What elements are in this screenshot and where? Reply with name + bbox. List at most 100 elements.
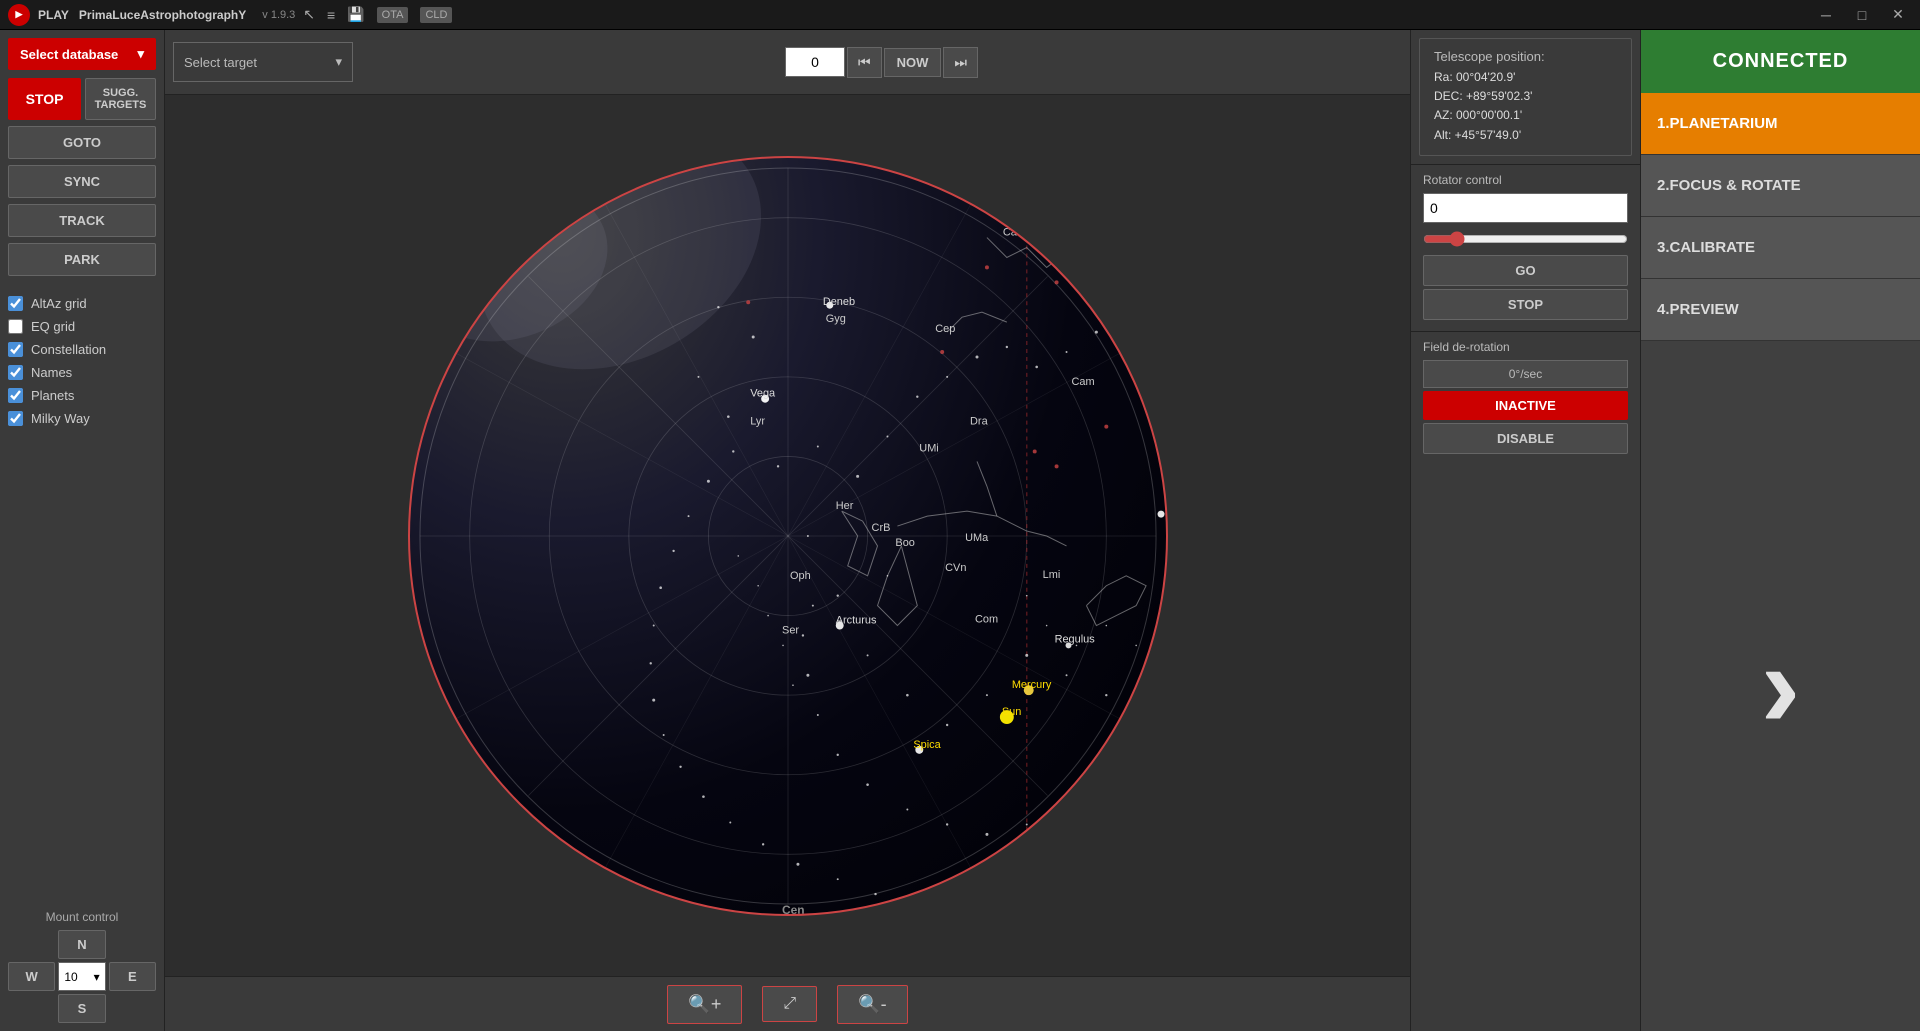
far-right-panel: CONNECTED 1.PLANETARIUM 2.FOCUS & ROTATE… <box>1640 30 1920 1031</box>
rotator-title: Rotator control <box>1423 173 1628 187</box>
app-logo: ▶ <box>8 4 30 26</box>
center-topbar: Select target ▾ ⏮ NOW ⏭ <box>165 30 1410 95</box>
time-value-input[interactable] <box>785 47 845 77</box>
telescope-pos-values: Ra: 00°04'20.9' DEC: +89°59'02.3' AZ: 00… <box>1434 68 1617 145</box>
rotator-control-section: Rotator control GO STOP <box>1411 164 1640 331</box>
mount-control-title: Mount control <box>8 910 156 924</box>
az-value: AZ: 000°00'00.1' <box>1434 106 1617 125</box>
svg-text:Regulus: Regulus <box>1054 633 1095 645</box>
ra-value: Ra: 00°04'20.9' <box>1434 68 1617 87</box>
svg-text:UMa: UMa <box>965 531 989 543</box>
titlebar: ▶ PLAY PrimaLuceAstrophotographY v 1.9.3… <box>0 0 1920 30</box>
altaz-grid-toggle[interactable]: AltAz grid <box>8 296 156 311</box>
svg-text:Lyr: Lyr <box>750 415 765 427</box>
bottom-controls: 🔍+ ⤢ 🔍- <box>165 976 1410 1031</box>
left-panel: Select database ▾ STOP SUGG. TARGETS GOT… <box>0 30 165 1031</box>
track-button[interactable]: TRACK <box>8 204 156 237</box>
mount-grid: N W 10 ▾ E S <box>8 930 156 1023</box>
right-control-panel: Telescope position: Ra: 00°04'20.9' DEC:… <box>1410 30 1640 1031</box>
svg-text:Boo: Boo <box>895 536 914 548</box>
save-icon[interactable]: 💾 <box>347 6 364 23</box>
select-target-dropdown[interactable]: Select target ▾ <box>173 42 353 82</box>
dropdown-arrow-icon: ▾ <box>137 46 144 62</box>
sync-button[interactable]: SYNC <box>8 165 156 198</box>
rotator-slider[interactable] <box>1423 231 1628 247</box>
connected-badge: CONNECTED <box>1641 30 1920 93</box>
rotator-value-input[interactable] <box>1423 193 1628 223</box>
zoom-out-button[interactable]: 🔍- <box>837 985 907 1024</box>
disable-button[interactable]: DISABLE <box>1423 423 1628 454</box>
svg-text:Cen: Cen <box>782 903 805 914</box>
dec-value: DEC: +89°59'02.3' <box>1434 87 1617 106</box>
inactive-button[interactable]: INACTIVE <box>1423 391 1628 420</box>
time-back-button[interactable]: ⏮ <box>847 47 882 78</box>
svg-text:Deneb: Deneb <box>822 296 854 308</box>
suggested-targets-button[interactable]: SUGG. TARGETS <box>85 78 156 120</box>
stop-button[interactable]: STOP <box>8 78 81 120</box>
fit-screen-button[interactable]: ⤢ <box>762 986 817 1022</box>
close-button[interactable]: ✕ <box>1884 1 1912 29</box>
svg-text:Arcturus: Arcturus <box>835 614 876 626</box>
menu-item-planetarium[interactable]: 1.PLANETARIUM <box>1641 93 1920 155</box>
zoom-in-button[interactable]: 🔍+ <box>667 985 742 1024</box>
menu-item-calibrate[interactable]: 3.CALIBRATE <box>1641 217 1920 279</box>
svg-text:Cam: Cam <box>1071 375 1094 387</box>
minimize-button[interactable]: ─ <box>1812 1 1840 29</box>
cld-badge[interactable]: CLD <box>420 7 452 23</box>
milky-way-toggle[interactable]: Milky Way <box>8 411 156 426</box>
menu-item-preview[interactable]: 4.PREVIEW <box>1641 279 1920 341</box>
svg-text:Spica: Spica <box>913 738 941 750</box>
south-button[interactable]: S <box>58 994 105 1023</box>
play-logo-area: › <box>1641 341 1920 1031</box>
planetarium-view[interactable]: Cas Cep Gyg Per Cam Dra UMi Lyr Her Boo … <box>165 95 1410 976</box>
rotator-stop-button[interactable]: STOP <box>1423 289 1628 320</box>
north-button[interactable]: N <box>58 930 105 959</box>
svg-text:Cas: Cas <box>1002 226 1022 238</box>
sky-map[interactable]: Cas Cep Gyg Per Cam Dra UMi Lyr Her Boo … <box>408 156 1168 916</box>
constellation-toggle[interactable]: Constellation <box>8 342 156 357</box>
west-button[interactable]: W <box>8 962 55 991</box>
sliders-icon[interactable]: ≡ <box>327 7 335 23</box>
park-button[interactable]: PARK <box>8 243 156 276</box>
app-title: PrimaLuceAstrophotographY <box>79 8 246 22</box>
svg-text:CVn: CVn <box>945 561 966 573</box>
derotation-speed-input[interactable] <box>1423 360 1628 388</box>
telescope-pos-title: Telescope position: <box>1434 49 1617 64</box>
alt-value: Alt: +45°57'49.0' <box>1434 126 1617 145</box>
telescope-position: Telescope position: Ra: 00°04'20.9' DEC:… <box>1419 38 1632 156</box>
main-area: Select database ▾ STOP SUGG. TARGETS GOT… <box>0 30 1920 1031</box>
center-area: Select target ▾ ⏮ NOW ⏭ <box>165 30 1410 1031</box>
cursor-icon[interactable]: ↖ <box>303 6 315 23</box>
speed-arrow-icon: ▾ <box>94 970 100 984</box>
svg-text:Pya: Pya <box>1121 805 1141 817</box>
app-version: v 1.9.3 <box>262 9 295 21</box>
svg-text:Oph: Oph <box>789 569 810 581</box>
play-chevron-icon: › <box>1761 626 1801 746</box>
maximize-button[interactable]: □ <box>1848 1 1876 29</box>
speed-selector[interactable]: 10 ▾ <box>58 962 105 991</box>
svg-text:CrB: CrB <box>871 522 890 534</box>
svg-text:Com: Com <box>975 613 998 625</box>
app-play: PLAY <box>38 8 69 22</box>
svg-text:Sun: Sun <box>1001 706 1020 718</box>
now-button[interactable]: NOW <box>884 48 942 77</box>
planets-toggle[interactable]: Planets <box>8 388 156 403</box>
menu-item-focus-rotate[interactable]: 2.FOCUS & ROTATE <box>1641 155 1920 217</box>
derotation-title: Field de-rotation <box>1423 340 1628 354</box>
time-forward-button[interactable]: ⏭ <box>943 47 978 78</box>
goto-button[interactable]: GOTO <box>8 126 156 159</box>
svg-text:Dra: Dra <box>970 415 989 427</box>
rotator-go-button[interactable]: GO <box>1423 255 1628 286</box>
field-derotation-section: Field de-rotation INACTIVE DISABLE <box>1411 331 1640 462</box>
titlebar-tools: ↖ ≡ 💾 OTA CLD <box>303 6 452 23</box>
svg-text:Mercury: Mercury <box>1011 679 1051 691</box>
svg-text:UMi: UMi <box>919 442 938 454</box>
select-database-button[interactable]: Select database ▾ <box>8 38 156 70</box>
svg-text:Ant: Ant <box>1154 861 1166 875</box>
ota-badge[interactable]: OTA <box>377 7 409 23</box>
svg-text:Ser: Ser <box>782 624 799 636</box>
names-toggle[interactable]: Names <box>8 365 156 380</box>
display-options: AltAz grid EQ grid Constellation Names P… <box>8 296 156 426</box>
east-button[interactable]: E <box>109 962 156 991</box>
eq-grid-toggle[interactable]: EQ grid <box>8 319 156 334</box>
